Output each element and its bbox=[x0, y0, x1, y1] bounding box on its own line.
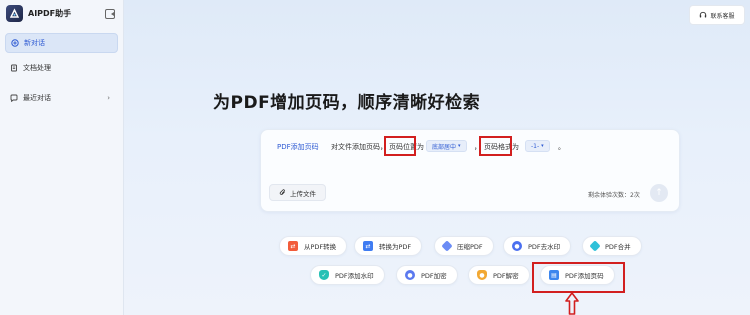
tool-chip-label: 转换为PDF bbox=[379, 243, 412, 251]
highlight-box-position bbox=[384, 136, 416, 156]
period-text: 。 bbox=[558, 143, 565, 151]
sidebar-item-label: 新对话 bbox=[24, 39, 45, 47]
tool-chip-label: PDF加密 bbox=[421, 272, 447, 280]
highlight-box-format bbox=[479, 136, 512, 156]
tool-chip-pdf-convert-from[interactable]: ⇄ 从PDF转换 bbox=[279, 236, 348, 256]
dropdown-arrow-icon: ▾ bbox=[458, 143, 461, 149]
tool-chip-convert-to-pdf[interactable]: ⇄ 转换为PDF bbox=[354, 236, 423, 256]
dropdown-arrow-icon: ▾ bbox=[541, 143, 544, 149]
tool-chip-compress-pdf[interactable]: 压缩PDF bbox=[434, 236, 494, 256]
tool-chip-label: 压缩PDF bbox=[457, 243, 483, 251]
app-logo-icon bbox=[6, 5, 23, 22]
prompt-card: PDF添加页码 对文件添加页码， 页码位置为 底部居中 ▾ ， 页码格式为 -1… bbox=[260, 129, 680, 212]
selected-tool-label[interactable]: PDF添加页码 bbox=[277, 142, 319, 152]
format-select-value: -1- bbox=[531, 142, 540, 150]
sidebar-item-new-chat[interactable]: 新对话 bbox=[5, 33, 118, 53]
merge-pdf-icon bbox=[589, 240, 601, 252]
tool-chip-label: PDF合并 bbox=[605, 243, 631, 251]
pdf-convert-from-icon: ⇄ bbox=[288, 241, 298, 251]
sidebar-item-documents[interactable]: 文档处理 bbox=[5, 58, 118, 78]
tool-chip-decrypt-pdf[interactable]: ● PDF解密 bbox=[468, 265, 530, 285]
app-name: AIPDF助手 bbox=[28, 9, 72, 18]
highlight-box-add-page-number bbox=[532, 262, 625, 293]
sidebar-item-label: 文档处理 bbox=[23, 64, 51, 72]
paperclip-icon bbox=[279, 189, 285, 195]
prompt-prefix-text: 对文件添加页码， bbox=[331, 143, 387, 151]
remaining-uses-text: 剩余体验次数：2次 bbox=[588, 192, 640, 199]
tool-chip-encrypt-pdf[interactable]: ● PDF加密 bbox=[396, 265, 458, 285]
tool-chip-label: PDF解密 bbox=[493, 272, 519, 280]
decrypt-pdf-icon: ● bbox=[477, 270, 487, 280]
collapse-sidebar-icon[interactable] bbox=[105, 9, 115, 19]
tool-chip-remove-watermark[interactable]: ● PDF去水印 bbox=[503, 236, 572, 256]
tool-chip-add-watermark[interactable]: ✓ PDF添加水印 bbox=[310, 265, 385, 285]
headset-icon bbox=[700, 11, 707, 18]
new-chat-icon bbox=[11, 39, 19, 47]
brand[interactable]: AIPDF助手 bbox=[6, 5, 71, 22]
tool-chip-label: PDF去水印 bbox=[528, 243, 561, 251]
remove-watermark-icon: ● bbox=[512, 241, 522, 251]
sidebar: AIPDF助手 新对话 文档处理 最近对话 › bbox=[0, 0, 124, 315]
upload-file-button[interactable]: 上传文件 bbox=[269, 184, 326, 201]
convert-to-pdf-icon: ⇄ bbox=[363, 241, 373, 251]
position-select-value: 底部居中 bbox=[432, 143, 457, 151]
compress-pdf-icon bbox=[441, 240, 453, 252]
contact-support-label: 联系客服 bbox=[710, 12, 735, 20]
upload-file-label: 上传文件 bbox=[290, 189, 316, 198]
position-select[interactable]: 底部居中 ▾ bbox=[426, 140, 467, 152]
send-button[interactable]: ↑ bbox=[650, 184, 668, 202]
document-icon bbox=[10, 64, 18, 72]
tool-chip-label: PDF添加水印 bbox=[335, 272, 374, 280]
add-watermark-icon: ✓ bbox=[319, 270, 329, 280]
format-select[interactable]: -1- ▾ bbox=[525, 140, 550, 152]
contact-support-button[interactable]: 联系客服 bbox=[689, 5, 745, 25]
arrow-up-icon: ↑ bbox=[655, 188, 663, 198]
encrypt-pdf-icon: ● bbox=[405, 270, 415, 280]
page-headline: 为PDF增加页码，顺序清晰好检索 bbox=[213, 93, 481, 113]
tool-chip-merge-pdf[interactable]: PDF合并 bbox=[582, 236, 642, 256]
tool-chip-label: 从PDF转换 bbox=[304, 243, 337, 251]
arrow-up-highlight-icon bbox=[565, 292, 579, 315]
